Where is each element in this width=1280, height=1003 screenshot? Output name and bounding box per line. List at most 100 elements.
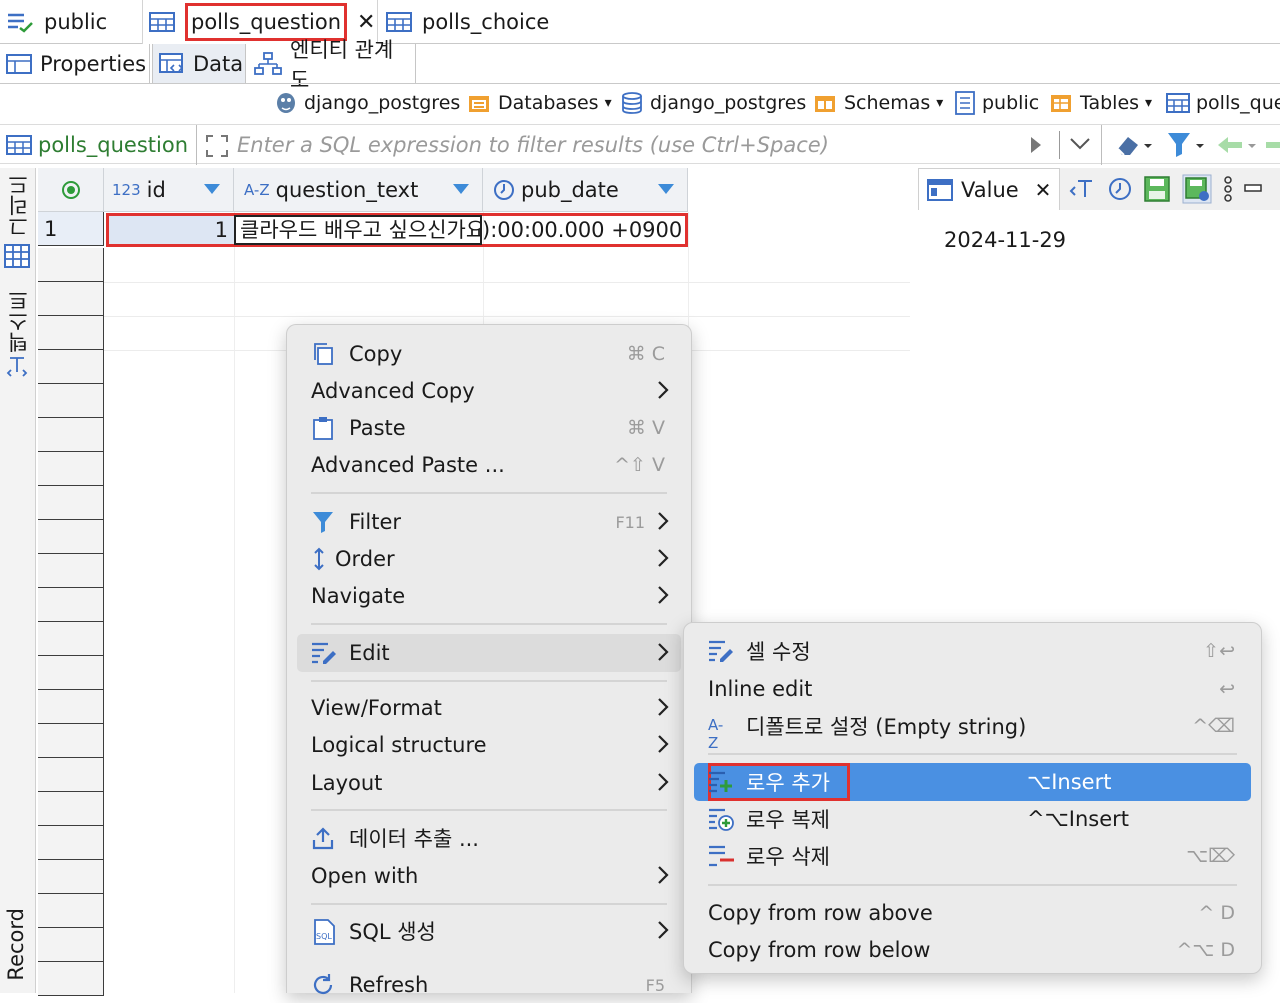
- value-panel-tab[interactable]: Value ✕: [918, 168, 1060, 210]
- menu-item-view-format[interactable]: View/Format: [297, 690, 681, 726]
- breadcrumb-label: public: [982, 92, 1040, 114]
- menu-item-filter[interactable]: Filter F11: [297, 504, 681, 540]
- dropdown-arrow-icon[interactable]: ▾: [605, 95, 612, 111]
- filter-icon: [311, 510, 335, 534]
- add-row-icon: [708, 770, 732, 794]
- column-header-question-text[interactable]: A-Z question_text: [234, 168, 483, 212]
- value-panel-toolbar: [1060, 168, 1280, 210]
- run-filter-icon[interactable]: [1029, 135, 1043, 155]
- breadcrumb-tables[interactable]: Tables ▾: [1050, 86, 1152, 120]
- menu-item-label: Logical structure: [311, 733, 487, 757]
- chevron-right-icon: [657, 697, 669, 717]
- more-options-icon[interactable]: [1224, 176, 1232, 202]
- menu-item-edit[interactable]: Edit: [297, 634, 681, 672]
- menu-shortcut: ^⌥ D: [1176, 939, 1235, 961]
- menu-item-generate-sql[interactable]: SQL SQL 생성: [297, 913, 681, 949]
- menu-item-advanced-paste[interactable]: Advanced Paste ... ^⇧ V: [297, 447, 681, 483]
- tab-polls-choice[interactable]: polls_choice: [380, 0, 580, 44]
- cell-id[interactable]: 1: [109, 216, 234, 244]
- grid-icon[interactable]: [4, 244, 30, 268]
- close-icon[interactable]: ✕: [1035, 178, 1052, 202]
- column-header-id[interactable]: 123 id: [104, 168, 234, 212]
- chevron-right-icon: [657, 920, 669, 940]
- menu-item-delete-row[interactable]: 로우 삭제 ⌥⌦: [694, 838, 1251, 874]
- expand-icon[interactable]: [205, 134, 229, 158]
- row-number[interactable]: 1: [38, 212, 104, 246]
- row-number: [38, 248, 104, 282]
- table-icon: [1166, 93, 1190, 113]
- table-icon: [149, 12, 175, 32]
- select-all-icon: [61, 180, 81, 200]
- dropdown-arrow-icon[interactable]: ▾: [936, 95, 943, 111]
- value-display[interactable]: 2024-11-29: [944, 228, 1066, 252]
- filter-input[interactable]: Enter a SQL expression to filter results…: [196, 125, 1102, 165]
- row-number: [38, 622, 104, 656]
- chevron-right-icon: [657, 642, 669, 662]
- menu-item-copy[interactable]: Copy ⌘ C: [297, 336, 681, 372]
- menu-item-add-row[interactable]: 로우 추가 ⌥Insert: [694, 763, 1251, 801]
- menu-item-open-with[interactable]: Open with: [297, 858, 681, 894]
- menu-item-export-data[interactable]: 데이터 추출 ...: [297, 820, 681, 856]
- breadcrumb-databases[interactable]: Databases ▾: [468, 86, 612, 120]
- save-icon[interactable]: [1144, 176, 1170, 202]
- table-row[interactable]: 1 클라우드 배우고 싶으신가요 ):00:00.000 +0900: [106, 213, 688, 247]
- close-icon[interactable]: ✕: [357, 10, 375, 35]
- breadcrumb-schemas[interactable]: Schemas ▾: [814, 86, 943, 120]
- filter-funnel-icon[interactable]: [1166, 131, 1208, 159]
- menu-item-set-default[interactable]: A-Z 디폴트로 설정 (Empty string) ^⌫: [694, 708, 1251, 752]
- menu-item-copy-from-row-above[interactable]: Copy from row above ^ D: [694, 895, 1251, 931]
- subtab-data[interactable]: Data: [152, 44, 246, 84]
- tab-label: public: [44, 10, 108, 34]
- breadcrumb-public[interactable]: public: [954, 86, 1039, 120]
- schemas-folder-icon: [814, 92, 838, 114]
- clock-icon[interactable]: [1108, 177, 1132, 201]
- sort-dropdown-icon[interactable]: [203, 183, 221, 195]
- breadcrumb-database[interactable]: django_postgres: [620, 86, 806, 120]
- record-mode-button[interactable]: Record: [4, 908, 28, 981]
- menu-item-duplicate-row[interactable]: 로우 복제 ^⌥Insert: [694, 801, 1251, 837]
- tab-public[interactable]: public: [0, 0, 140, 44]
- breadcrumb-table[interactable]: polls_que: [1166, 86, 1280, 120]
- menu-item-label: Copy from row above: [708, 901, 933, 925]
- menu-item-label: 로우 삭제: [746, 845, 830, 869]
- text-mode-icon[interactable]: [6, 354, 28, 380]
- edit-submenu: 셀 수정 ⇧↩ Inline edit ↩ A-Z 디폴트로 설정 (Empty…: [683, 622, 1262, 974]
- menu-item-logical-structure[interactable]: Logical structure: [297, 727, 681, 763]
- cell-question-text[interactable]: 클라우드 배우고 싶으신가요: [234, 215, 482, 245]
- menu-item-copy-from-row-below[interactable]: Copy from row below ^⌥ D: [694, 932, 1251, 968]
- menu-item-refresh[interactable]: Refresh F5: [297, 967, 681, 1003]
- menu-item-label: Inline edit: [708, 677, 813, 701]
- tables-folder-icon: [1050, 92, 1074, 114]
- menu-shortcut: ↩: [1219, 678, 1235, 700]
- breadcrumb-connection[interactable]: django_postgres: [274, 86, 460, 120]
- subtab-properties[interactable]: Properties: [0, 44, 150, 84]
- filter-table-label[interactable]: polls_question: [6, 125, 188, 165]
- menu-item-label: 로우 복제: [746, 808, 830, 832]
- menu-separator: [311, 903, 667, 905]
- menu-item-order[interactable]: Order: [297, 541, 681, 577]
- sort-dropdown-icon[interactable]: [657, 183, 675, 195]
- minimize-icon[interactable]: [1244, 184, 1262, 194]
- value-panel-title: Value: [961, 177, 1019, 202]
- text-format-icon[interactable]: [1068, 177, 1096, 201]
- cell-pub-date[interactable]: ):00:00.000 +0900: [482, 216, 685, 244]
- menu-item-inline-edit[interactable]: Inline edit ↩: [694, 671, 1251, 707]
- subtab-er-diagram[interactable]: 엔티티 관계도: [248, 38, 416, 92]
- history-dropdown-icon[interactable]: [1069, 137, 1091, 151]
- sub-tab-bar: Properties Data 엔티티 관계도: [0, 38, 1280, 92]
- dropdown-arrow-icon[interactable]: ▾: [1145, 95, 1152, 111]
- menu-separator: [708, 753, 1237, 755]
- row-number: [38, 316, 104, 350]
- menu-item-navigate[interactable]: Navigate: [297, 578, 681, 614]
- column-header-pub-date[interactable]: pub_date: [483, 168, 688, 212]
- auto-save-icon[interactable]: [1182, 174, 1212, 204]
- row-header-corner[interactable]: [38, 168, 104, 212]
- menu-item-layout[interactable]: Layout: [297, 765, 681, 801]
- back-arrow-icon[interactable]: [1214, 133, 1280, 157]
- menu-item-paste[interactable]: Paste ⌘ V: [297, 410, 681, 446]
- menu-item-advanced-copy[interactable]: Advanced Copy: [297, 373, 681, 409]
- edit-cell-icon: [708, 639, 733, 663]
- sort-dropdown-icon[interactable]: [452, 183, 470, 195]
- eraser-icon[interactable]: [1114, 131, 1154, 159]
- menu-item-edit-cell[interactable]: 셀 수정 ⇧↩: [694, 633, 1251, 669]
